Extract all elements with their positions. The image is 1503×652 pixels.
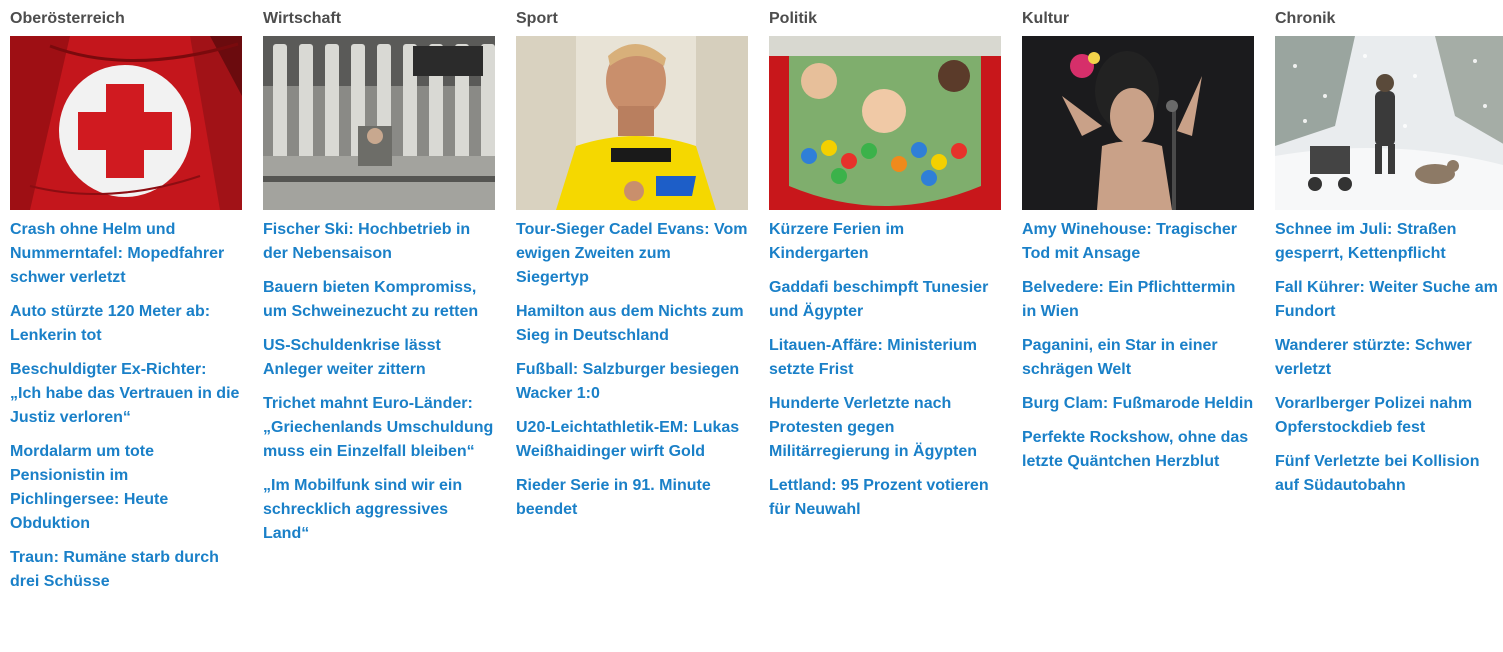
headline-list: Kürzere Ferien im Kindergarten Gaddafi b… (769, 218, 1001, 522)
headline-link[interactable]: Fall Kührer: Weiter Suche am Fundort (1275, 276, 1503, 324)
headline-link[interactable]: Hunderte Verletzte nach Protesten gegen … (769, 392, 1001, 464)
category-column-oberoesterreich: Oberösterreich Crash ohne Helm und Numme… (10, 0, 242, 604)
category-column-sport: Sport Tour-Sieger Cadel Evans: Vom ewige… (516, 0, 748, 532)
category-title[interactable]: Politik (769, 9, 1001, 29)
snowy-street-photo (1275, 36, 1503, 210)
category-column-wirtschaft: Wirtschaft Fischer Ski: Hochbetrieb in d… (263, 0, 495, 556)
category-title[interactable]: Oberösterreich (10, 9, 242, 29)
category-title[interactable]: Chronik (1275, 9, 1503, 29)
headline-link[interactable]: Hamilton aus dem Nichts zum Sieg in Deut… (516, 300, 748, 348)
ski-factory-photo (263, 36, 495, 210)
cyclist-photo (516, 36, 748, 210)
headline-link[interactable]: Fünf Verletzte bei Kollision auf Südauto… (1275, 450, 1503, 498)
category-column-chronik: Chronik Schnee im Juli: Straßen gesperrt… (1275, 0, 1503, 508)
singer-photo (1022, 36, 1254, 210)
headline-list: Amy Winehouse: Tragischer Tod mit Ansage… (1022, 218, 1254, 474)
category-thumbnail-snow[interactable] (1275, 36, 1503, 210)
headline-link[interactable]: Tour-Sieger Cadel Evans: Vom ewigen Zwei… (516, 218, 748, 290)
headline-link[interactable]: Perfekte Rockshow, ohne das letzte Quänt… (1022, 426, 1254, 474)
category-thumbnail-red-cross[interactable] (10, 36, 242, 210)
headline-link[interactable]: Belvedere: Ein Pflichttermin in Wien (1022, 276, 1254, 324)
red-cross-photo (10, 36, 242, 210)
category-thumbnail-cyclist[interactable] (516, 36, 748, 210)
headline-link[interactable]: Amy Winehouse: Tragischer Tod mit Ansage (1022, 218, 1254, 266)
news-category-grid: Oberösterreich Crash ohne Helm und Numme… (0, 0, 1503, 652)
headline-list: Crash ohne Helm und Nummerntafel: Mopedf… (10, 218, 242, 594)
category-column-politik: Politik Kürzere Ferien im Kindergarten G… (769, 0, 1001, 532)
headline-link[interactable]: Beschuldigter Ex-Richter: „Ich habe das … (10, 358, 242, 430)
headline-link[interactable]: Traun: Rumäne starb durch drei Schüsse (10, 546, 242, 594)
headline-link[interactable]: Kürzere Ferien im Kindergarten (769, 218, 1001, 266)
headline-link[interactable]: Litauen-Affäre: Ministerium setzte Frist (769, 334, 1001, 382)
headline-link[interactable]: Gaddafi beschimpft Tunesier und Ägypter (769, 276, 1001, 324)
headline-link[interactable]: Fußball: Salzburger besiegen Wacker 1:0 (516, 358, 748, 406)
headline-link[interactable]: „Im Mobilfunk sind wir ein schrecklich a… (263, 474, 495, 546)
headline-link[interactable]: US-Schuldenkrise lässt Anleger weiter zi… (263, 334, 495, 382)
category-thumbnail-ski-factory[interactable] (263, 36, 495, 210)
headline-list: Fischer Ski: Hochbetrieb in der Nebensai… (263, 218, 495, 546)
headline-link[interactable]: Lettland: 95 Prozent votieren für Neuwah… (769, 474, 1001, 522)
headline-link[interactable]: Rieder Serie in 91. Minute beendet (516, 474, 748, 522)
headline-link[interactable]: Burg Clam: Fußmarode Heldin (1022, 392, 1254, 416)
headline-list: Tour-Sieger Cadel Evans: Vom ewigen Zwei… (516, 218, 748, 522)
headline-link[interactable]: U20-Leichtathletik-EM: Lukas Weißhaiding… (516, 416, 748, 464)
headline-link[interactable]: Mordalarm um tote Pensionistin im Pichli… (10, 440, 242, 536)
headline-link[interactable]: Vorarlberger Polizei nahm Opferstockdieb… (1275, 392, 1503, 440)
headline-link[interactable]: Schnee im Juli: Straßen gesperrt, Ketten… (1275, 218, 1503, 266)
headline-link[interactable]: Paganini, ein Star in einer schrägen Wel… (1022, 334, 1254, 382)
category-thumbnail-ball-pit[interactable] (769, 36, 1001, 210)
category-thumbnail-singer[interactable] (1022, 36, 1254, 210)
category-column-kultur: Kultur Amy Winehouse: Tragischer Tod mit… (1022, 0, 1254, 484)
category-title[interactable]: Kultur (1022, 9, 1254, 29)
headline-link[interactable]: Auto stürzte 120 Meter ab: Lenkerin tot (10, 300, 242, 348)
headline-list: Schnee im Juli: Straßen gesperrt, Ketten… (1275, 218, 1503, 498)
headline-link[interactable]: Bauern bieten Kompromiss, um Schweinezuc… (263, 276, 495, 324)
category-title[interactable]: Sport (516, 9, 748, 29)
category-title[interactable]: Wirtschaft (263, 9, 495, 29)
ball-pit-photo (769, 36, 1001, 210)
headline-link[interactable]: Fischer Ski: Hochbetrieb in der Nebensai… (263, 218, 495, 266)
headline-link[interactable]: Crash ohne Helm und Nummerntafel: Mopedf… (10, 218, 242, 290)
headline-link[interactable]: Trichet mahnt Euro-Länder: „Griechenland… (263, 392, 495, 464)
headline-link[interactable]: Wanderer stürzte: Schwer verletzt (1275, 334, 1503, 382)
